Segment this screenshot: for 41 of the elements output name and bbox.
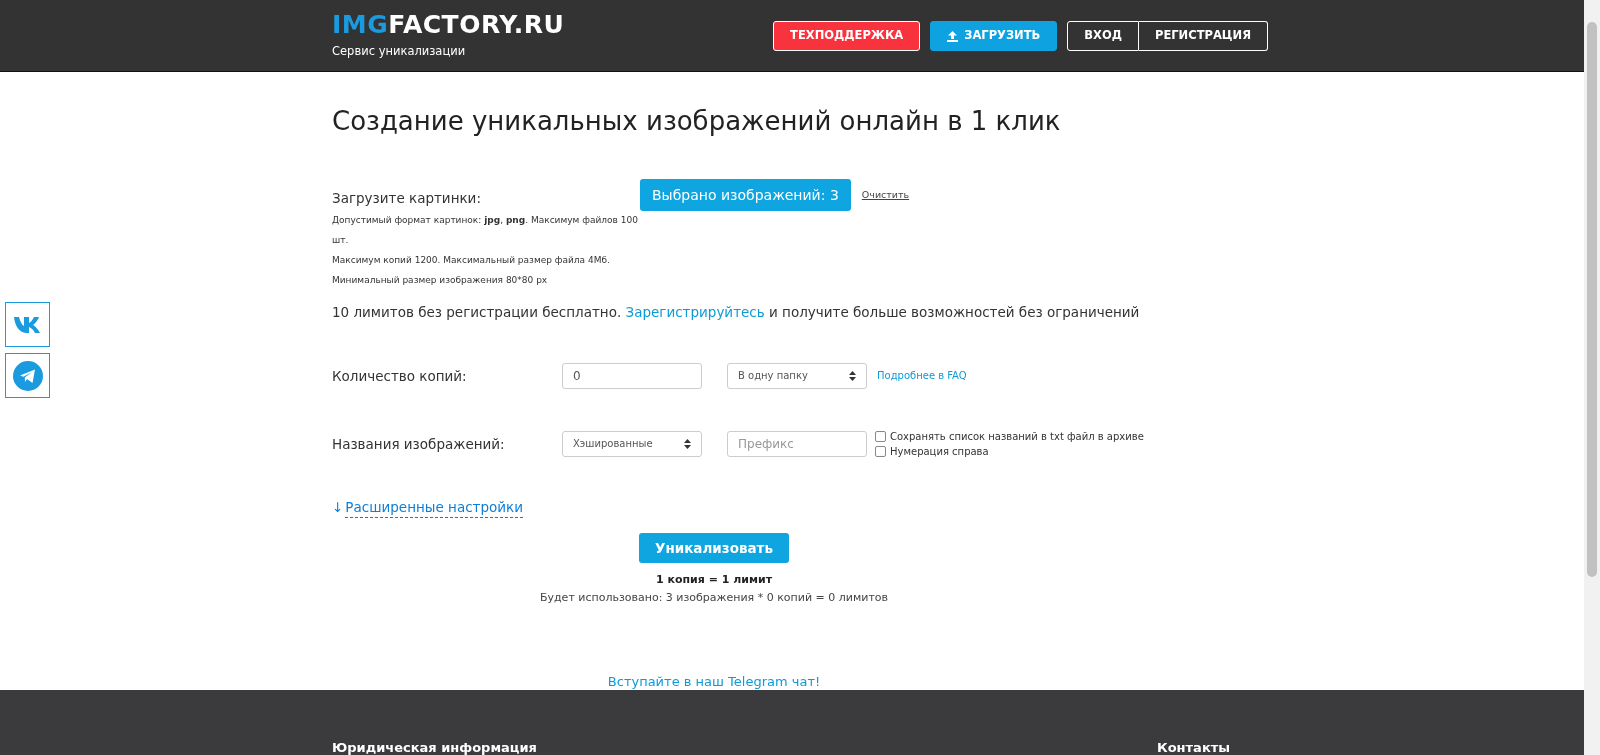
upload-note: Допустимый формат картинок: jpg, png. Максимум файлов 100 шт. (332, 214, 639, 248)
uniquify-button[interactable]: Уникализовать (639, 532, 789, 563)
folder-select[interactable]: В одну папку (727, 362, 867, 389)
logo-subtitle: Сервис уникализации (332, 42, 467, 60)
checkbox[interactable] (875, 445, 886, 457)
telegram-link[interactable] (5, 353, 50, 398)
select-arrows-icon (684, 438, 691, 449)
support-button[interactable]: ТЕХПОДДЕРЖКА (773, 21, 921, 51)
faq-link[interactable]: Подробнее в FAQ (877, 368, 967, 384)
choose-images-button[interactable]: Выбрано изображений: 3 (640, 179, 851, 212)
prefix-field[interactable]: Префикс (727, 430, 867, 457)
limits-text: 10 лимитов без регистрации бесплатно. Зарегистрируйтесь и получите больше возможностей без ограничений (332, 303, 1141, 323)
register-link[interactable]: Зарегистрируйтесь (625, 304, 765, 321)
telegram-icon (12, 360, 43, 391)
auth-button[interactable]: ВХОД (1067, 21, 1139, 51)
names-label: Названия изображений: (332, 434, 506, 454)
usage-text: Будет использовано: 3 изображения * 0 копий = 0 лимитов (538, 590, 890, 607)
checkbox-label: Сохранять список названий в txt файл в архиве (890, 429, 1144, 444)
naming-select[interactable]: Хэшированные (562, 430, 702, 457)
vk-icon (12, 315, 43, 334)
footer-heading: Контакты (1157, 739, 1230, 755)
copies-field[interactable]: 0 (562, 362, 702, 389)
logo[interactable]: IMGFACTORY.RU (332, 11, 565, 37)
rate-text: 1 копия = 1 лимит (654, 571, 774, 588)
scrollbar[interactable] (1584, 0, 1600, 755)
upload-icon (947, 30, 959, 42)
upload-note: Максимум копий 1200. Максимальный размер файла 4Мб. (332, 254, 611, 268)
auth-button[interactable]: РЕГИСТРАЦИЯ (1139, 21, 1268, 51)
checkbox-label: Нумерация справа (890, 444, 989, 459)
upload-button[interactable]: ЗАГРУЗИТЬ (930, 21, 1058, 51)
select-arrows-icon (849, 370, 856, 381)
upload-note: Минимальный размер изображения 80*80 px (332, 274, 549, 288)
vk-link[interactable] (5, 302, 50, 347)
advanced-settings-link[interactable]: ↓Расширенные настройки (332, 496, 523, 518)
copies-label: Количество копий: (332, 366, 468, 386)
upload-label: Загрузите картинки: (332, 189, 482, 209)
checkbox[interactable] (875, 430, 886, 442)
footer-heading: Юридическая информация (332, 739, 537, 755)
telegram-chat-link[interactable]: Вступайте в наш Telegram чат! (607, 671, 821, 692)
clear-link[interactable]: Очистить (861, 188, 910, 203)
page-title: Создание уникальных изображений онлайн в 1 клик (332, 106, 1062, 138)
